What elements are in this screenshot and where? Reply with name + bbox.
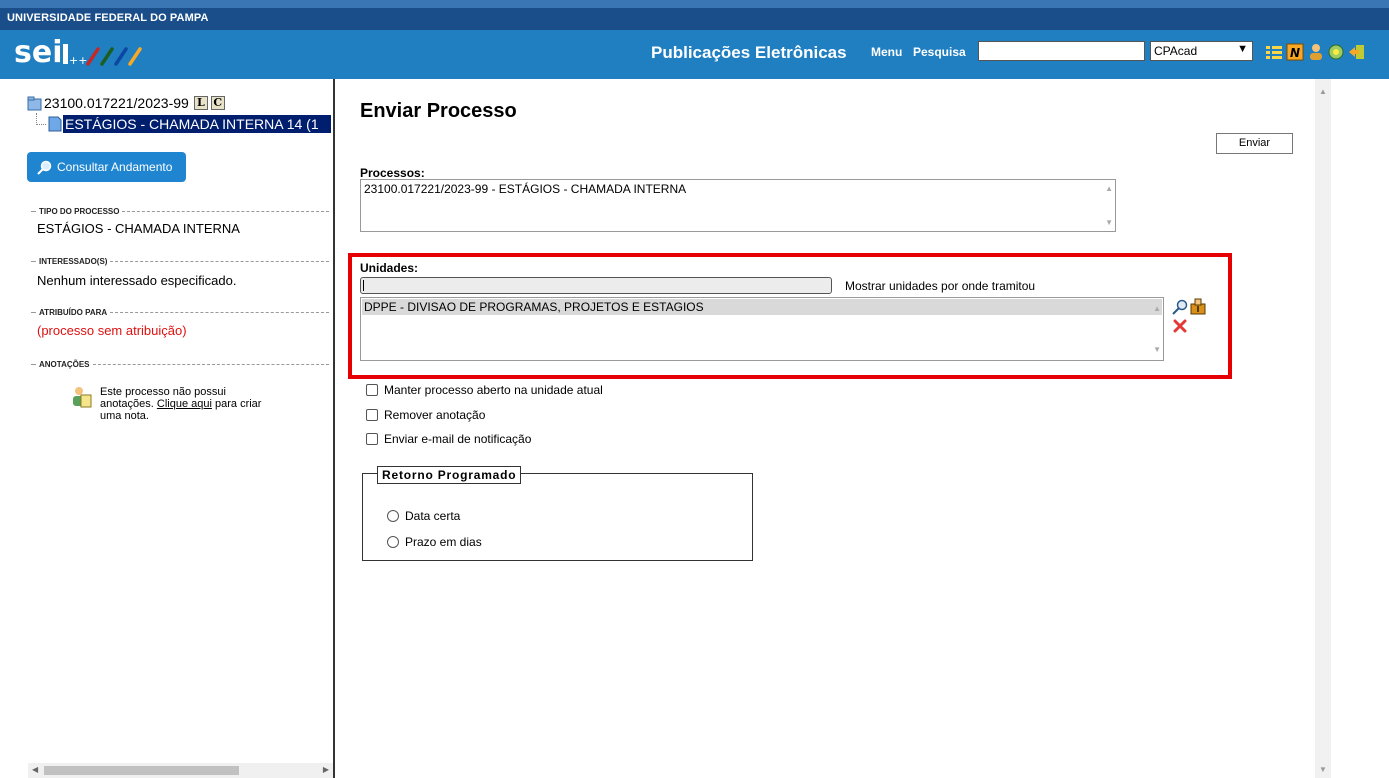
org-bar: UNIVERSIDADE FEDERAL DO PAMPA (0, 8, 1389, 30)
scroll-down-icon[interactable]: ▼ (1319, 765, 1327, 774)
unidades-input[interactable] (360, 277, 832, 294)
svg-text:N: N (1290, 46, 1300, 60)
app-header: UNIVERSIDADE FEDERAL DO PAMPA sei ++ Pub… (0, 8, 1389, 79)
consult-progress-label: Consultar Andamento (57, 160, 173, 174)
scroll-down-icon[interactable]: ▼ (1153, 345, 1161, 354)
top-strip (0, 0, 1389, 8)
folder-icon (27, 96, 42, 110)
process-tree-root[interactable]: 23100.017221/2023-99 L C (27, 95, 225, 111)
sei-logo[interactable]: sei ++ (14, 35, 154, 70)
checkbox-remove-note[interactable]: Remover anotação (366, 408, 485, 422)
unit-select[interactable]: CPAcad ▼ (1150, 41, 1253, 61)
svg-text:sei: sei (14, 35, 63, 69)
checkbox-keep-open[interactable]: Manter processo aberto na unidade atual (366, 383, 603, 397)
interessados-value: Nenhum interessado especificado. (37, 273, 237, 288)
text-caret (363, 280, 364, 291)
radio-circle[interactable] (387, 536, 399, 548)
consult-progress-button[interactable]: Consultar Andamento (27, 152, 186, 182)
exit-icon[interactable] (1348, 43, 1366, 61)
unidades-item[interactable]: DPPE - DIVISAO DE PROGRAMAS, PROJETOS E … (362, 299, 1162, 315)
checkbox-label[interactable]: Enviar e-mail de notificação (384, 432, 531, 446)
scroll-up-icon[interactable]: ▲ (1105, 184, 1113, 193)
section-tipo: TIPO DO PROCESSO (31, 207, 329, 216)
section-atribuido-label: ATRIBUÍDO PARA (39, 308, 108, 317)
scroll-down-icon[interactable]: ▼ (1105, 218, 1113, 227)
section-interessados: INTERESSADO(S) (31, 257, 329, 266)
notes-text-1: Este processo não possui (100, 386, 226, 398)
notice-icon[interactable]: N (1286, 43, 1304, 61)
note-person-icon (73, 387, 92, 408)
unidades-label: Unidades: (360, 261, 419, 275)
section-atribuido: ATRIBUÍDO PARA (31, 308, 329, 317)
show-units-link[interactable]: Mostrar unidades por onde tramitou (845, 279, 1035, 293)
svg-text:++: ++ (69, 54, 87, 67)
checkbox-label[interactable]: Remover anotação (384, 408, 485, 422)
scroll-up-icon[interactable]: ▲ (1153, 304, 1161, 313)
unidades-list[interactable]: DPPE - DIVISAO DE PROGRAMAS, PROJETOS E … (360, 297, 1164, 361)
scroll-right-icon[interactable]: ▶ (323, 765, 329, 774)
org-name: UNIVERSIDADE FEDERAL DO PAMPA (7, 12, 209, 24)
notes-text-2-prefix: anotações. (100, 398, 154, 410)
radio-data-certa[interactable]: Data certa (387, 509, 460, 523)
section-tipo-label: TIPO DO PROCESSO (39, 207, 120, 216)
remove-unit-icon[interactable] (1173, 319, 1187, 333)
badge-l[interactable]: L (193, 96, 208, 110)
settings-icon[interactable] (1327, 43, 1345, 61)
main-content: Enviar Processo Enviar Processos: 23100.… (335, 79, 1315, 778)
horizontal-scrollbar[interactable]: ◀ ▶ (28, 763, 333, 778)
scroll-thumb[interactable] (44, 766, 239, 775)
search-unit-icon[interactable] (1172, 299, 1188, 315)
vertical-scrollbar[interactable]: ▲ ▼ (1315, 79, 1331, 778)
atribuido-value: (processo sem atribuição) (37, 323, 187, 338)
checkbox-label[interactable]: Manter processo aberto na unidade atual (384, 383, 603, 397)
tree-connector (36, 113, 46, 125)
user-icon[interactable] (1307, 43, 1325, 61)
notes-text-2-suffix: para criar (215, 398, 262, 410)
org-chart-icon[interactable] (1189, 298, 1207, 315)
menu-link[interactable]: Menu (871, 45, 902, 59)
section-anotacoes-label: ANOTAÇÕES (39, 360, 90, 369)
retorno-fieldset: Retorno Programado Data certa Prazo em d… (362, 466, 753, 561)
magnifier-icon (37, 160, 52, 175)
processos-item[interactable]: 23100.017221/2023-99 - ESTÁGIOS - CHAMAD… (364, 182, 686, 196)
retorno-legend: Retorno Programado (377, 466, 522, 484)
scroll-up-icon[interactable]: ▲ (1319, 87, 1327, 96)
process-tree-document[interactable]: ESTÁGIOS - CHAMADA INTERNA 14 (1 (47, 115, 331, 133)
radio-circle[interactable] (387, 510, 399, 522)
create-note-link[interactable]: Clique aqui (157, 398, 212, 410)
scroll-left-icon[interactable]: ◀ (32, 765, 38, 774)
send-button[interactable]: Enviar (1216, 133, 1293, 154)
document-icon (48, 116, 62, 132)
checkbox-box[interactable] (366, 384, 378, 396)
processos-list[interactable]: 23100.017221/2023-99 - ESTÁGIOS - CHAMAD… (360, 179, 1116, 232)
search-link[interactable]: Pesquisa (913, 45, 966, 59)
tipo-value: ESTÁGIOS - CHAMADA INTERNA (37, 221, 240, 236)
unit-select-value: CPAcad (1154, 44, 1198, 58)
checkbox-email[interactable]: Enviar e-mail de notificação (366, 432, 531, 446)
checkbox-box[interactable] (366, 433, 378, 445)
badge-c[interactable]: C (210, 96, 225, 110)
search-input[interactable] (978, 41, 1145, 61)
header-title[interactable]: Publicações Eletrônicas (651, 43, 847, 63)
notes-empty: Este processo não possui anotações. Cliq… (70, 386, 261, 422)
list-icon[interactable] (1265, 43, 1283, 61)
page-title: Enviar Processo (360, 100, 517, 122)
radio-label[interactable]: Prazo em dias (405, 535, 482, 549)
section-anotacoes: ANOTAÇÕES (31, 360, 329, 369)
notes-text-3: uma nota. (100, 410, 149, 422)
processos-label: Processos: (360, 166, 425, 180)
process-number[interactable]: 23100.017221/2023-99 (44, 95, 189, 111)
radio-label[interactable]: Data certa (405, 509, 460, 523)
radio-prazo-dias[interactable]: Prazo em dias (387, 535, 482, 549)
left-panel: 23100.017221/2023-99 L C ESTÁGIOS - CHAM… (0, 79, 334, 778)
chevron-down-icon: ▼ (1237, 43, 1248, 55)
checkbox-box[interactable] (366, 409, 378, 421)
section-interessados-label: INTERESSADO(S) (39, 257, 108, 266)
document-label[interactable]: ESTÁGIOS - CHAMADA INTERNA 14 (1 (63, 115, 331, 133)
